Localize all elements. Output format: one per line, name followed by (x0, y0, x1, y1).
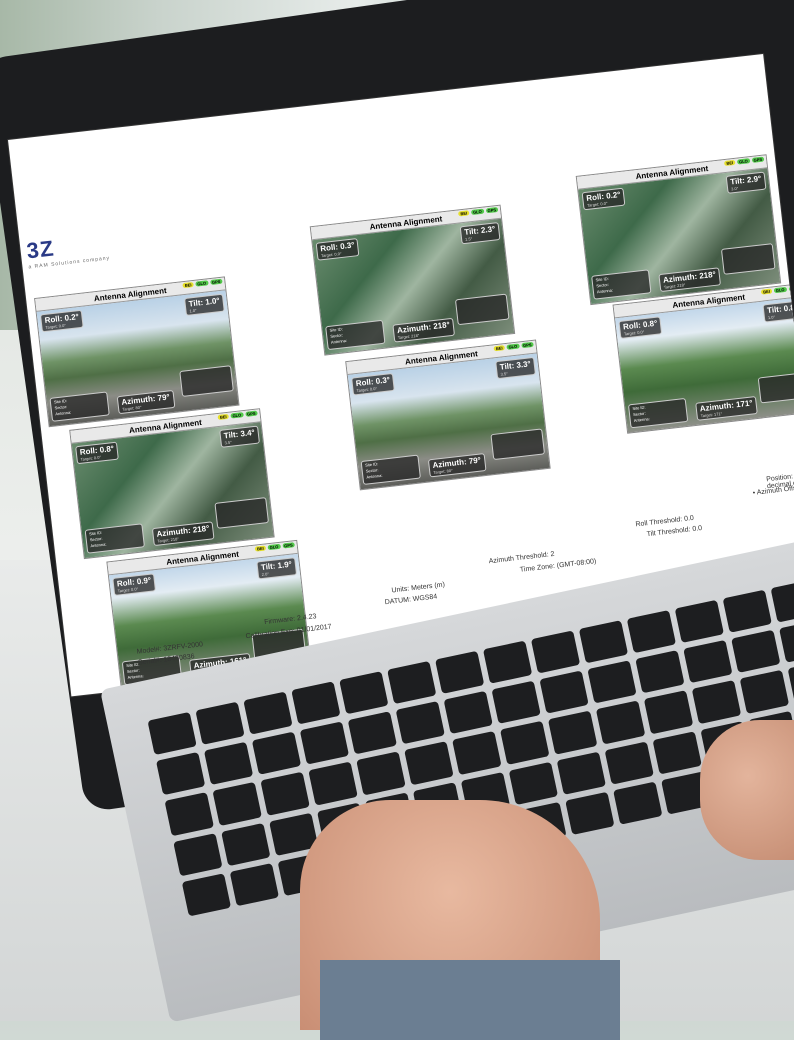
keyboard-key (195, 701, 245, 746)
keyboard-key (787, 660, 794, 704)
glo-badge: GLO (736, 158, 750, 165)
keyboard-key (308, 761, 358, 806)
gps-badge: GPS (520, 341, 534, 349)
keyboard-key (731, 629, 781, 674)
keyboard-key (291, 681, 341, 725)
units-label: Units: Meters (m) (391, 581, 446, 595)
bei-badge: BEI (458, 210, 470, 217)
keyboard-key (482, 640, 533, 684)
keyboard-key (147, 711, 197, 756)
status-badges: BEI GLO GPS (724, 156, 765, 167)
bei-badge: BEI (217, 413, 229, 420)
keyboard-key (452, 731, 502, 775)
status-badges: BEI GLO GPS (458, 206, 499, 217)
bei-badge: BEI (254, 545, 266, 552)
keyboard-key (587, 660, 637, 704)
keyboard-key (173, 832, 223, 877)
datum-label: DATUM: WGS84 (384, 593, 438, 607)
keyboard-key (626, 609, 677, 654)
keyboard-key (299, 721, 350, 765)
keyboard-key (339, 671, 389, 715)
keyboard-key (212, 782, 262, 826)
keyboard-key (500, 721, 550, 765)
tilt-readout: Tilt: 0.8° 1.0° (762, 300, 794, 323)
keyboard-key (643, 690, 694, 734)
gps-badge: GPS (751, 156, 765, 163)
keyboard-key (260, 772, 310, 816)
time-zone: Time Zone: (GMT-08:00) (519, 558, 597, 574)
tilt-threshold: Tilt Threshold: 0.0 (646, 524, 703, 539)
status-badges: BEI GLO GPS (493, 341, 534, 352)
keyboard-key (539, 670, 589, 715)
antenna-alignment-panel: Antenna Alignment BEI GLO GPS Roll: 0.8°… (612, 282, 794, 434)
status-badges: BEI GLO GPS (182, 278, 223, 289)
keyboard-key (243, 691, 293, 735)
antenna-alignment-panel: Antenna Alignment BEI GLO GPS Roll: 0.3°… (309, 204, 516, 356)
keyboard-key (604, 741, 654, 785)
keyboard-key (164, 792, 214, 836)
keyboard-key (251, 731, 302, 776)
keyboard-key (229, 862, 280, 907)
antenna-alignment-panel: Antenna Alignment BEI GLO GPS Roll: 0.8°… (69, 408, 275, 560)
glo-badge: GLO (230, 412, 244, 419)
keyboard-key (556, 751, 606, 795)
status-badges: BEI GLO GPS (760, 285, 794, 295)
antenna-alignment-panel: Antenna Alignment BEI GLO GPS Roll: 0.2°… (34, 276, 240, 428)
keyboard-key (674, 599, 725, 644)
keyboard-key (565, 791, 615, 835)
bei-badge: BEI (493, 345, 505, 352)
keyboard-key (221, 822, 271, 866)
keyboard-key (779, 619, 794, 664)
keyboard-key (156, 752, 206, 796)
keyboard-key (395, 701, 446, 745)
keyboard-key (356, 751, 406, 796)
glo-badge: GLO (195, 280, 209, 287)
shirt-sleeve (320, 960, 620, 1040)
keyboard-key (443, 691, 493, 735)
keyboard-key (722, 589, 772, 633)
keyboard-key (387, 660, 437, 705)
keyboard-key (635, 650, 685, 694)
keyboard-key (578, 620, 629, 664)
bei-badge: BEI (760, 288, 773, 295)
keyboard-key (181, 873, 232, 917)
gps-badge: GPS (209, 278, 223, 286)
keyboard-key (595, 700, 646, 745)
glo-badge: GLO (773, 286, 787, 294)
keyboard-key (491, 680, 541, 725)
bei-badge: BEI (182, 281, 194, 289)
antenna-alignment-panel: Antenna Alignment BEI GLO GPS Roll: 0.3°… (345, 339, 551, 491)
keyboard-key (652, 730, 702, 775)
glo-badge: GLO (506, 343, 520, 350)
right-hand (700, 720, 794, 860)
keyboard-key (770, 579, 794, 623)
status-badges: BEI GLO GPS (254, 542, 295, 552)
keyboard-key (404, 741, 454, 785)
company-logo: 3Z a RAM Solutions company (25, 235, 111, 271)
keyboard-key (739, 670, 790, 714)
keyboard-key (435, 650, 485, 695)
gps-date-info (757, 371, 794, 404)
keyboard-key (691, 680, 742, 724)
glo-badge: GLO (267, 543, 281, 551)
gps-badge: GPS (485, 206, 499, 214)
keyboard-key (548, 710, 598, 755)
keyboard-key (530, 630, 581, 674)
antenna-alignment-panel: Antenna Alignment BEI GLO GPS Roll: 0.2°… (575, 154, 782, 306)
keyboard-key (613, 781, 663, 825)
keyboard-key (203, 741, 254, 786)
gps-badge: GPS (244, 410, 258, 417)
keyboard-key (347, 711, 398, 755)
keyboard-key (683, 640, 733, 684)
gps-badge: GPS (281, 542, 295, 549)
status-badges: BEI GLO GPS (217, 410, 258, 420)
glo-badge: GLO (470, 208, 484, 216)
keyboard-key (508, 761, 559, 805)
bei-badge: BEI (724, 159, 736, 167)
